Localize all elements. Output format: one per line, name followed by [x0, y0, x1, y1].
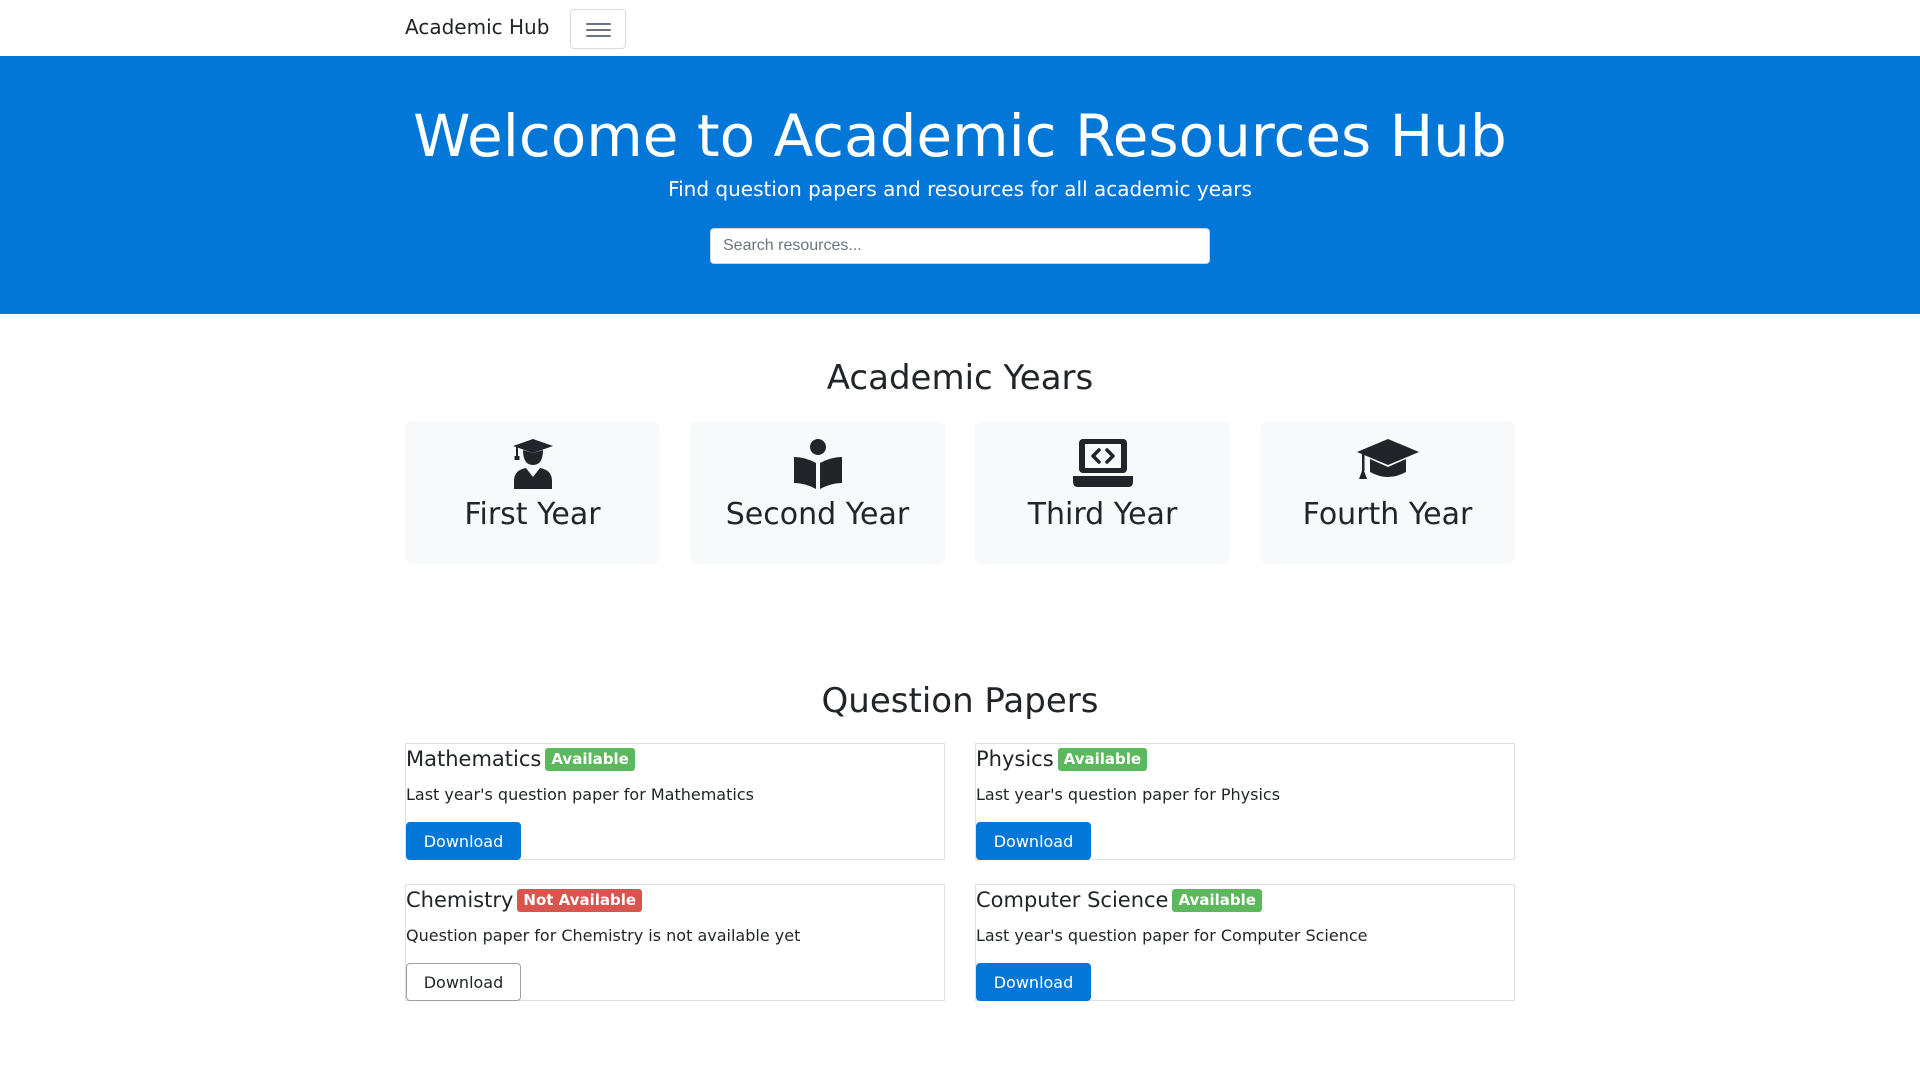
hero-title: Welcome to Academic Resources Hub	[413, 102, 1507, 170]
download-button[interactable]: Download	[406, 822, 521, 860]
paper-description: Last year's question paper for Computer …	[976, 926, 1368, 945]
academic-years-title: Academic Years	[826, 358, 1094, 398]
question-papers-title: Question Papers	[821, 681, 1099, 721]
book-reader-icon	[793, 439, 842, 489]
hero-banner: Welcome to Academic Resources Hub Find q…	[0, 56, 1920, 314]
paper-card-mathematics: Mathematics Available Last year's questio…	[405, 743, 945, 860]
paper-description: Last year's question paper for Mathemati…	[406, 785, 754, 804]
paper-card-computer-science: Computer Science Available Last year's qu…	[975, 884, 1515, 1001]
brand-link[interactable]: Academic Hub	[405, 14, 549, 40]
year-card-third[interactable]: Third Year	[975, 421, 1230, 564]
paper-card-physics: Physics Available Last year's question pa…	[975, 743, 1515, 860]
graduation-cap-icon	[1356, 439, 1419, 479]
year-card-first[interactable]: First Year	[405, 421, 660, 564]
status-badge: Available	[1172, 889, 1262, 912]
year-label: First Year	[464, 497, 601, 532]
navbar: Academic Hub	[0, 0, 1920, 56]
menu-toggle-button[interactable]	[570, 9, 626, 49]
year-label: Fourth Year	[1302, 497, 1473, 532]
hamburger-icon	[586, 23, 611, 25]
paper-title: Computer Science	[976, 888, 1169, 912]
paper-card-chemistry: Chemistry Not Available Question paper fo…	[405, 884, 945, 1001]
year-card-fourth[interactable]: Fourth Year	[1260, 421, 1515, 564]
hero-subtitle: Find question papers and resources for a…	[668, 177, 1252, 201]
search-input[interactable]	[710, 228, 1210, 264]
download-button[interactable]: Download	[976, 963, 1091, 1001]
year-card-second[interactable]: Second Year	[690, 421, 945, 564]
year-label: Second Year	[725, 497, 910, 532]
year-label: Third Year	[1027, 497, 1178, 532]
status-badge: Not Available	[517, 889, 643, 912]
laptop-code-icon	[1072, 439, 1133, 487]
status-badge: Available	[545, 748, 635, 771]
download-button[interactable]: Download	[976, 822, 1091, 860]
download-button-disabled[interactable]: Download	[406, 963, 521, 1001]
paper-title: Chemistry	[406, 888, 514, 912]
paper-title: Mathematics	[406, 747, 542, 771]
graduate-user-icon	[512, 439, 553, 489]
paper-title: Physics	[976, 747, 1054, 771]
status-badge: Available	[1057, 748, 1148, 771]
paper-description: Question paper for Chemistry is not avai…	[406, 926, 801, 945]
paper-description: Last year's question paper for Physics	[976, 785, 1281, 804]
